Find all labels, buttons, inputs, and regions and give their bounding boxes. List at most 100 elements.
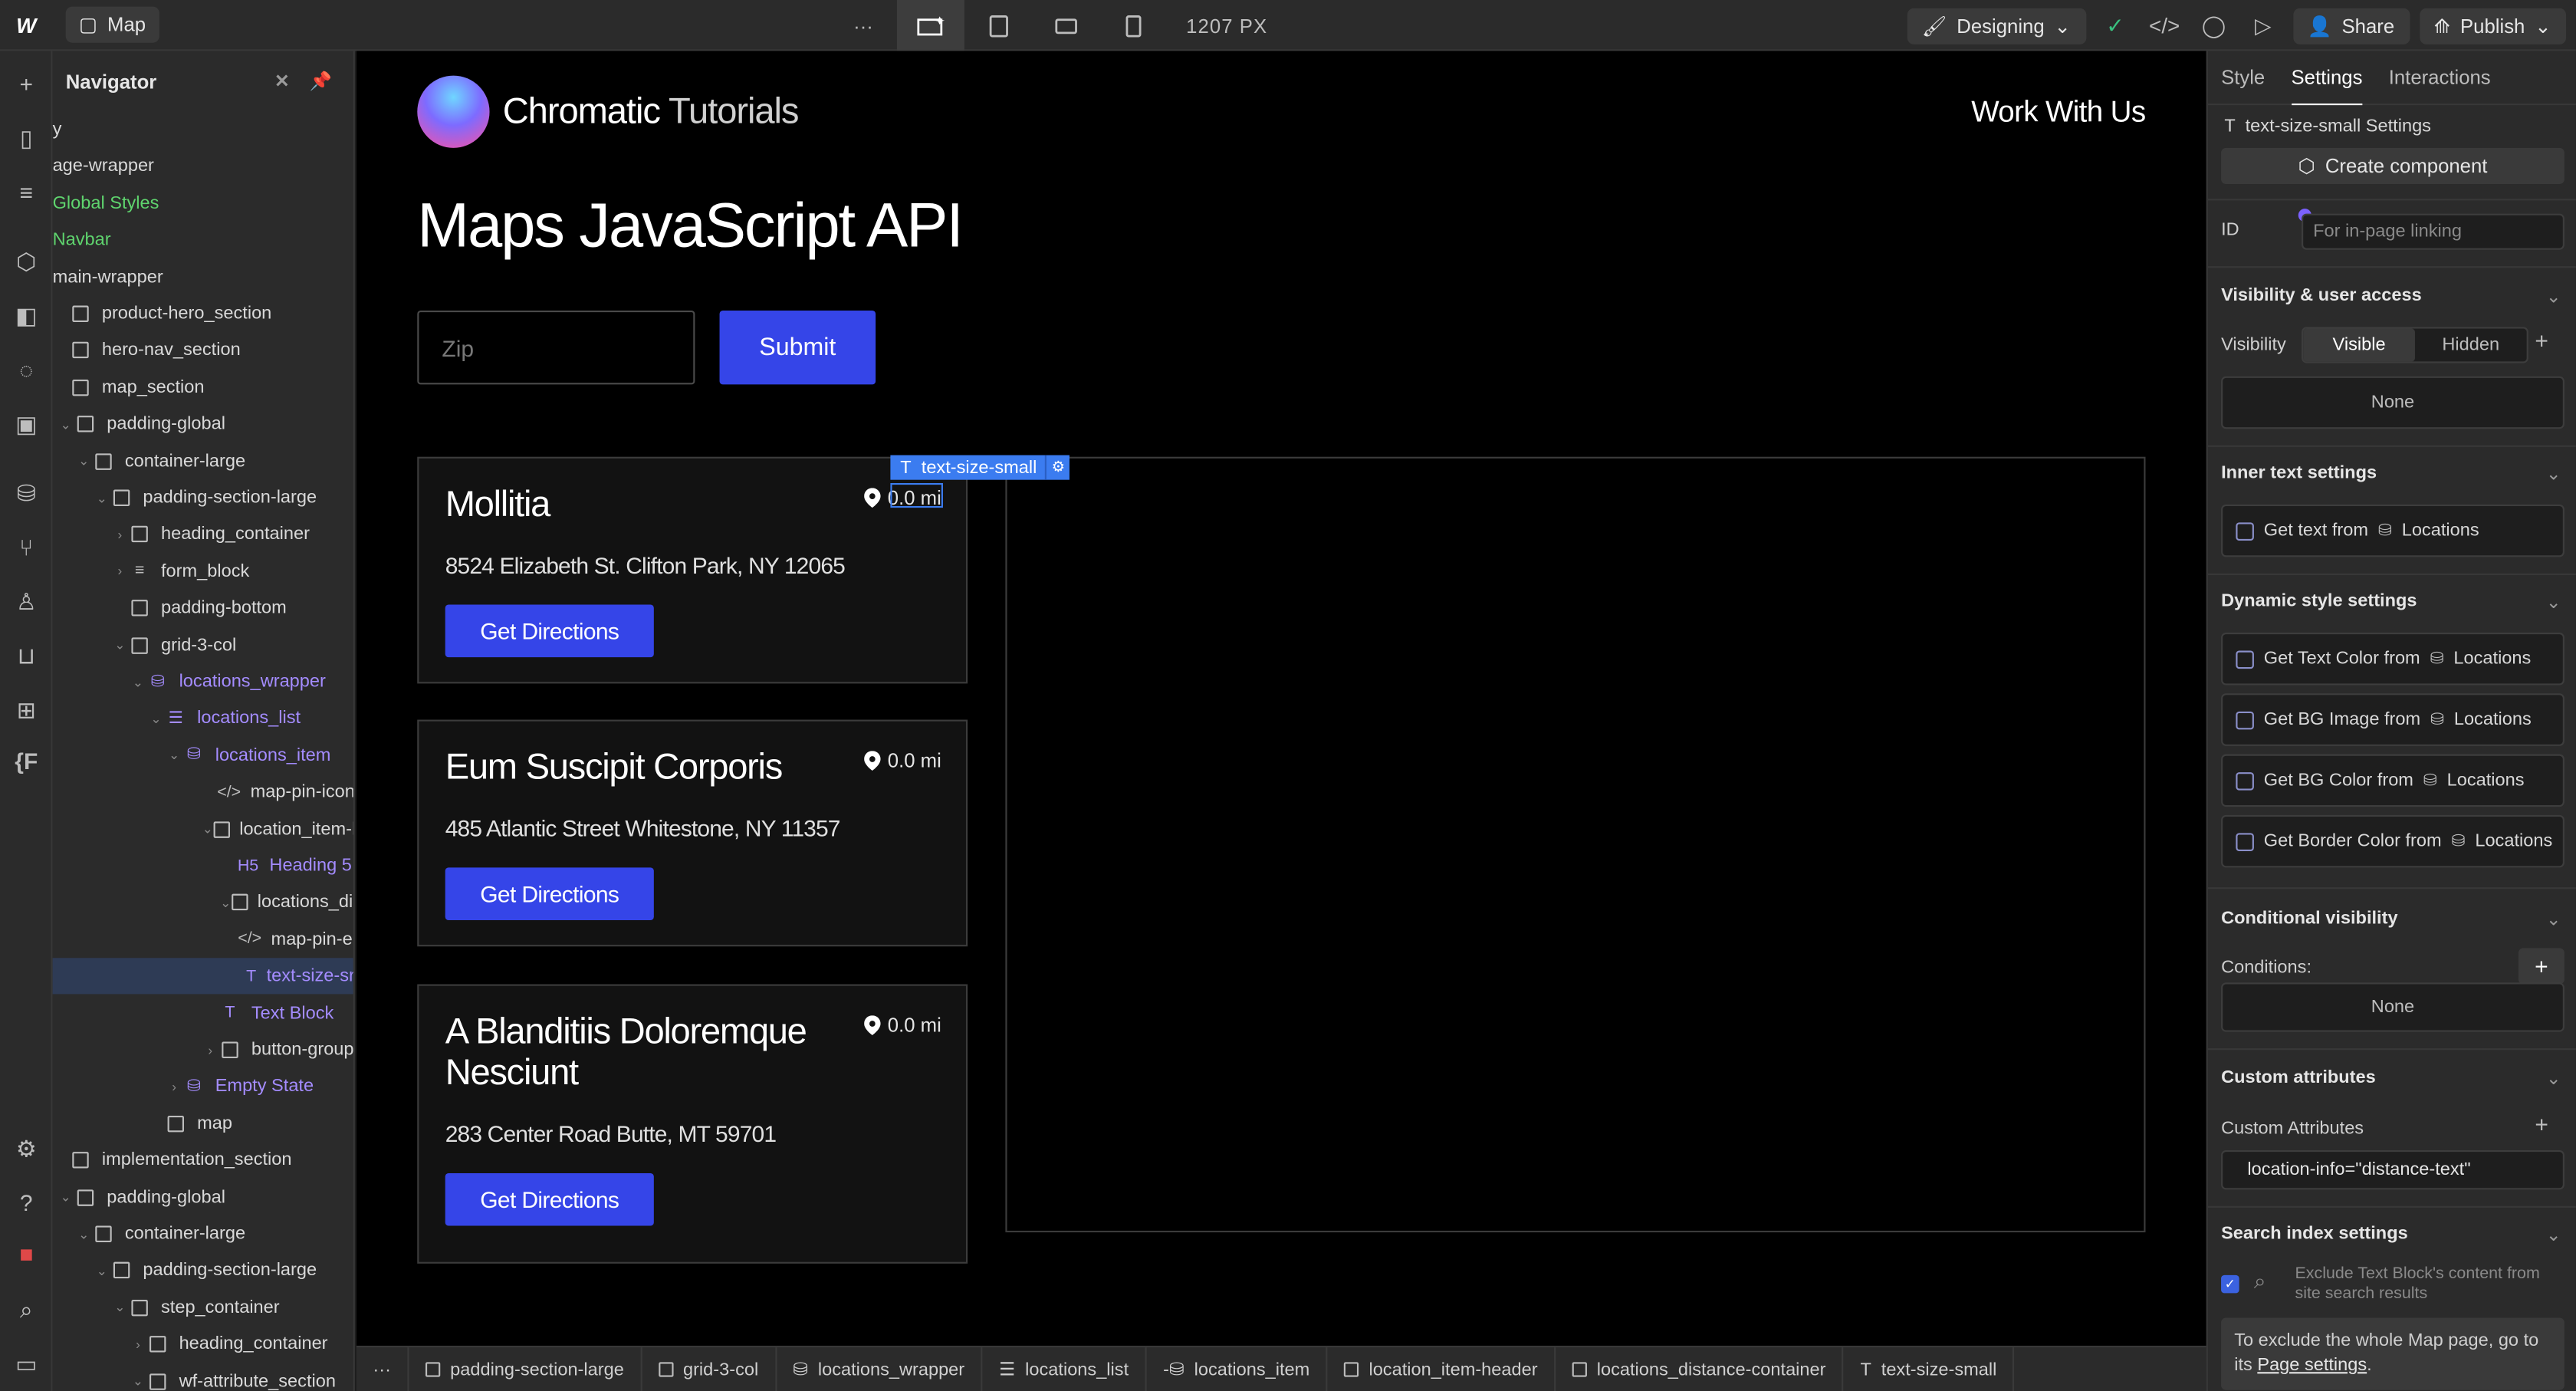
- breadcrumb-item[interactable]: -⛁ locations_item: [1147, 1347, 1328, 1391]
- navigator-item[interactable]: ⌄ padding-section-large: [53, 1253, 353, 1289]
- navigator-item[interactable]: ⌄ locations_dist: [53, 885, 353, 921]
- dynamic-style-row[interactable]: Get BG Color from ⛁ Locations: [2221, 754, 2564, 807]
- add-attribute-icon[interactable]: +: [2535, 1111, 2548, 1137]
- ecommerce-icon[interactable]: ⊔: [7, 636, 46, 675]
- styles-icon[interactable]: ◌: [7, 350, 46, 389]
- checkbox[interactable]: [2236, 832, 2254, 850]
- more-icon[interactable]: ···: [830, 0, 897, 51]
- exclude-checkbox[interactable]: ✓: [2221, 1274, 2239, 1294]
- navigator-item[interactable]: ⌄ wf-attribute_section: [53, 1363, 353, 1391]
- navigator-item[interactable]: ⌄ ☰ locations_list: [53, 701, 353, 737]
- navigator-item[interactable]: implementation_section: [53, 1143, 353, 1179]
- assets-icon[interactable]: ▣: [7, 404, 46, 443]
- navigator-item[interactable]: H5 Heading 5: [53, 848, 353, 884]
- desktop-breakpoint-icon[interactable]: [896, 0, 964, 51]
- components-icon[interactable]: ⬡: [7, 242, 46, 281]
- page-selector[interactable]: ▢ Map: [65, 6, 159, 43]
- navigator-item[interactable]: › button-group: [53, 1032, 353, 1068]
- caret-down-icon[interactable]: ⌄: [94, 1264, 110, 1278]
- variables-icon[interactable]: ◧: [7, 296, 46, 335]
- finsweet-icon[interactable]: {F: [7, 741, 46, 780]
- webflow-logo-icon[interactable]: W: [0, 0, 53, 50]
- get-directions-button[interactable]: Get Directions: [445, 604, 654, 658]
- dynamic-style-row[interactable]: Get Text Color from ⛁ Locations: [2221, 632, 2564, 686]
- selection-gear-icon[interactable]: ⚙: [1045, 455, 1070, 480]
- settings-gear-icon[interactable]: ⚙: [7, 1129, 46, 1168]
- video-icon[interactable]: ▭: [7, 1344, 46, 1383]
- location-card[interactable]: Eum Suscipit Corporis 0.0 mi 485 Atlanti…: [417, 719, 968, 947]
- navigator-item[interactable]: map_section: [53, 370, 353, 406]
- create-component-button[interactable]: ⬡ Create component: [2221, 147, 2564, 184]
- record-icon[interactable]: ■: [7, 1234, 46, 1273]
- cms-icon[interactable]: ⛁: [7, 473, 46, 512]
- caret-down-icon[interactable]: ⌄: [130, 675, 146, 689]
- navigator-item[interactable]: › heading_container: [53, 517, 353, 553]
- page-settings-link[interactable]: Page settings: [2257, 1356, 2367, 1376]
- caret-down-icon[interactable]: ⌄: [148, 712, 164, 726]
- conditional-visibility-section-header[interactable]: Conditional visibility ⌄: [2221, 909, 2564, 930]
- dynamic-style-row[interactable]: Get Border Color from ⛁ Locations: [2221, 814, 2564, 868]
- navigator-item[interactable]: ⌄ step_container: [53, 1290, 353, 1326]
- caret-down-icon[interactable]: ⌄: [112, 1301, 128, 1315]
- navigator-item[interactable]: ⌄ location_item-he: [53, 811, 353, 847]
- navigator-item[interactable]: age-wrapper: [53, 149, 353, 185]
- navigator-item[interactable]: ⌄ container-large: [53, 443, 353, 479]
- zip-input[interactable]: Zip: [417, 310, 695, 385]
- get-directions-button[interactable]: Get Directions: [445, 867, 654, 920]
- add-icon[interactable]: +: [7, 64, 46, 104]
- navigator-item[interactable]: › ⛁ Empty State: [53, 1069, 353, 1105]
- logic-icon[interactable]: ⑂: [7, 528, 46, 567]
- visibility-section-header[interactable]: Visibility & user access ⌄: [2221, 286, 2564, 307]
- caret-down-icon[interactable]: ⌄: [58, 417, 74, 432]
- dynamic-style-section-header[interactable]: Dynamic style settings ⌄: [2221, 591, 2564, 613]
- breadcrumb-item[interactable]: ☰ locations_list: [983, 1347, 1147, 1391]
- site-brand[interactable]: Chromatic Tutorials: [417, 75, 800, 148]
- mobile-landscape-icon[interactable]: [1032, 0, 1099, 51]
- caret-down-icon[interactable]: ⌄: [76, 1227, 92, 1241]
- apps-icon[interactable]: ⊞: [7, 690, 46, 729]
- navigator-item[interactable]: T Text Block: [53, 995, 353, 1031]
- navigator-item[interactable]: ⌄ padding-global: [53, 406, 353, 442]
- tab-interactions[interactable]: Interactions: [2389, 66, 2491, 89]
- location-card[interactable]: Mollitia 0.0 mi 8524 Elizabeth St. Clift…: [417, 456, 968, 684]
- location-card[interactable]: A Blanditiis Doloremque Nesciunt 0.0 mi …: [417, 984, 968, 1264]
- navigator-item[interactable]: ⌄ grid-3-col: [53, 627, 353, 663]
- navigator-item[interactable]: hero-nav_section: [53, 333, 353, 369]
- mode-dropdown[interactable]: 🖌 Designing ⌄: [1907, 7, 2086, 44]
- preview-play-icon[interactable]: ▷: [2243, 8, 2282, 44]
- caret-right-icon[interactable]: ›: [112, 528, 128, 542]
- checkbox[interactable]: [2236, 521, 2254, 540]
- conditions-none-box[interactable]: None: [2221, 982, 2564, 1032]
- navigator-item[interactable]: ⌄ ⛁ locations_item: [53, 738, 353, 774]
- check-circle-icon[interactable]: ✓: [2095, 8, 2134, 44]
- breadcrumb-item[interactable]: ⛁ locations_wrapper: [777, 1347, 983, 1391]
- nav-link-work-with-us[interactable]: Work With Us: [1971, 95, 2146, 130]
- share-button[interactable]: 👤 Share: [2292, 7, 2410, 44]
- caret-down-icon[interactable]: ⌄: [202, 822, 213, 837]
- visibility-toggle[interactable]: Visible Hidden: [2302, 327, 2528, 363]
- users-icon[interactable]: ♙: [7, 582, 46, 621]
- navigator-item[interactable]: Navbar: [53, 222, 353, 258]
- id-input[interactable]: For in-page linking: [2302, 213, 2564, 250]
- publish-button[interactable]: ⟰ Publish ⌄: [2419, 7, 2567, 44]
- visibility-none-box[interactable]: None: [2221, 376, 2564, 429]
- caret-right-icon[interactable]: ›: [202, 1043, 219, 1057]
- caret-right-icon[interactable]: ›: [130, 1337, 146, 1352]
- code-icon[interactable]: </>: [2144, 8, 2183, 44]
- pin-icon[interactable]: 📌: [309, 71, 331, 92]
- caret-down-icon[interactable]: ⌄: [58, 1190, 74, 1205]
- caret-down-icon[interactable]: ⌄: [130, 1374, 146, 1389]
- custom-attribute-item[interactable]: location-info="distance-text": [2221, 1149, 2564, 1190]
- caret-down-icon[interactable]: ⌄: [220, 896, 231, 910]
- mobile-portrait-icon[interactable]: [1099, 0, 1167, 51]
- navigator-item[interactable]: ⌄ container-large: [53, 1216, 353, 1252]
- navigator-item[interactable]: main-wrapper: [53, 259, 353, 295]
- navigator-item[interactable]: Global Styles: [53, 186, 353, 222]
- breadcrumb-more-icon[interactable]: ···: [356, 1347, 409, 1391]
- breadcrumb-item[interactable]: location_item-header: [1328, 1347, 1556, 1391]
- navigator-item[interactable]: </> map-pin-icon: [53, 774, 353, 811]
- breadcrumb-item[interactable]: padding-section-large: [409, 1347, 642, 1391]
- collapse-icon[interactable]: ✕: [274, 71, 290, 92]
- get-directions-button[interactable]: Get Directions: [445, 1172, 654, 1226]
- custom-attributes-section-header[interactable]: Custom attributes ⌄: [2221, 1068, 2564, 1090]
